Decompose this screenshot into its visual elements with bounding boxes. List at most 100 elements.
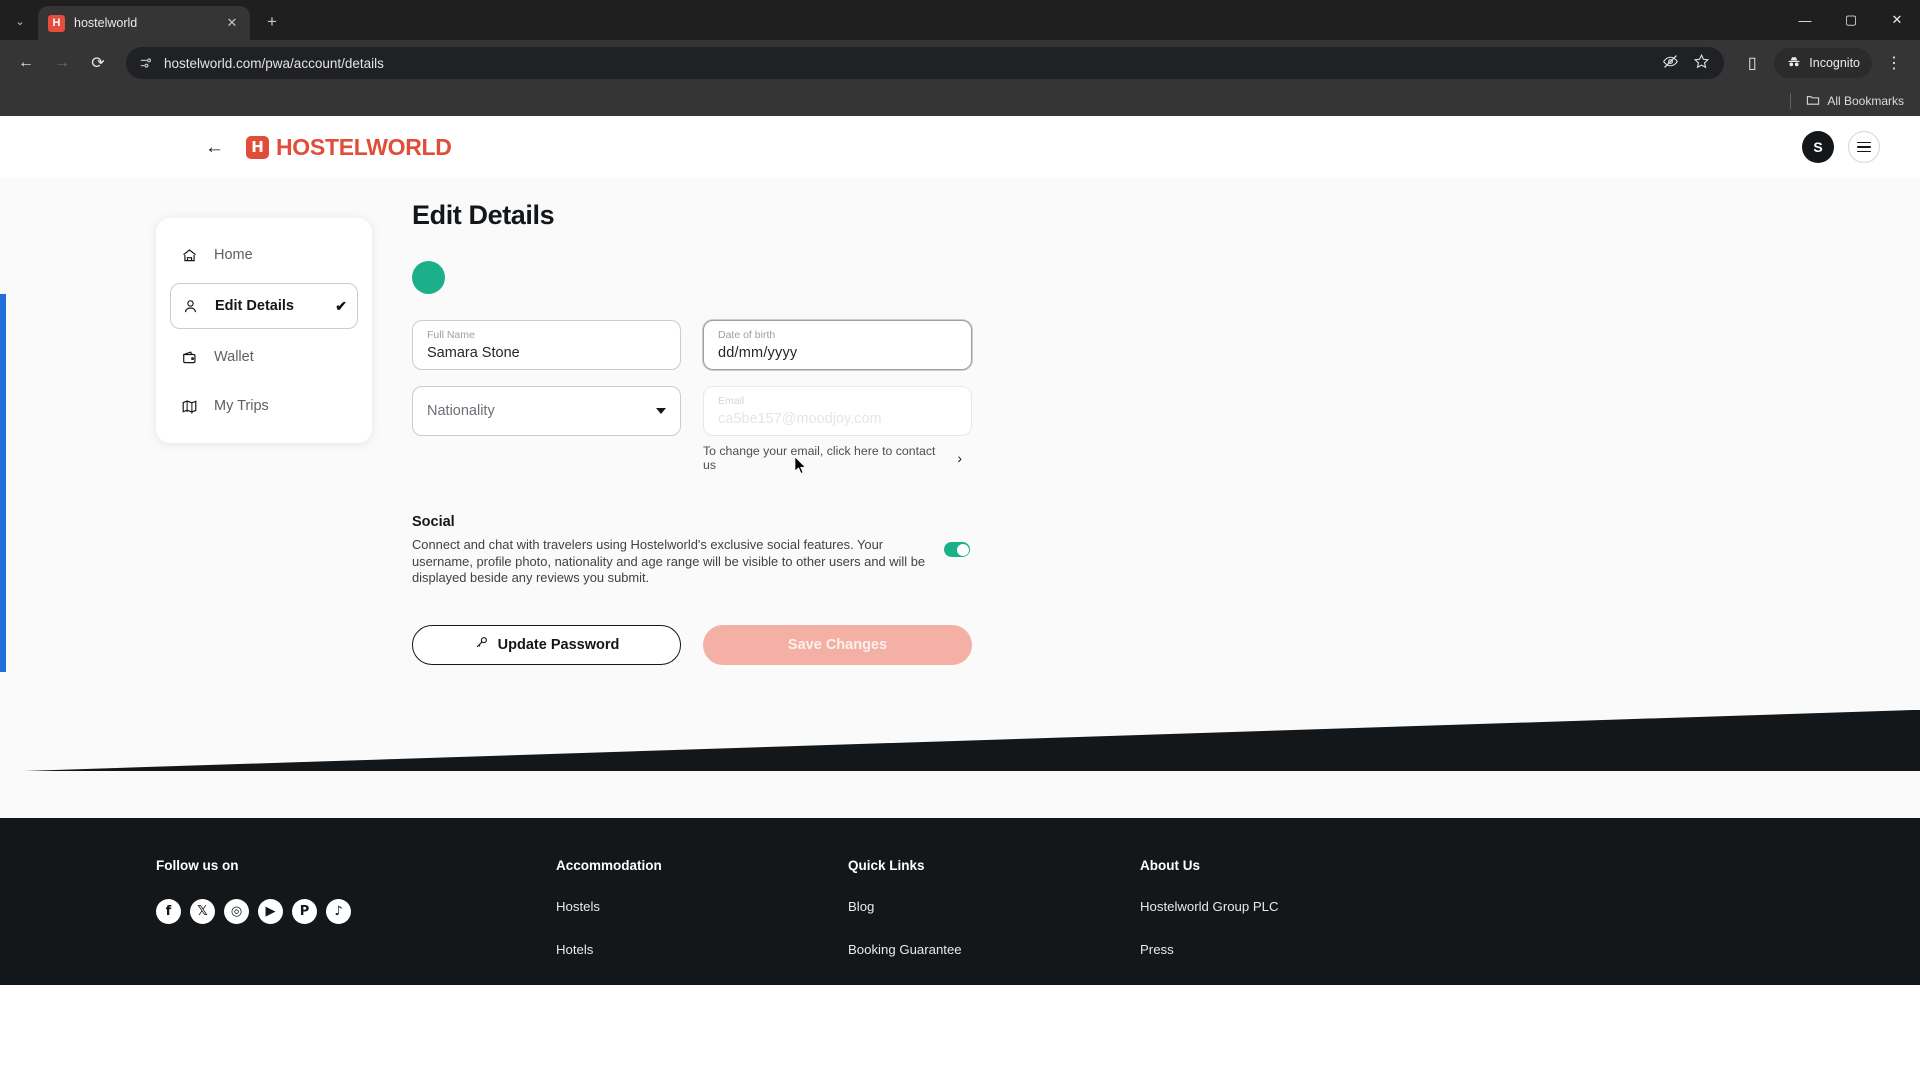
nationality-select[interactable]: Nationality [412,386,681,436]
close-window-button[interactable]: ✕ [1874,0,1920,40]
footer-slant-divider [0,708,1920,771]
sidebar-item-edit-details[interactable]: Edit Details ✔ [170,283,358,329]
social-section: Social Connect and chat with travelers u… [412,514,972,587]
wallet-icon [180,348,198,366]
page-body: Home Edit Details ✔ Wallet My Trips Edit… [0,178,1920,818]
date-of-birth-field[interactable]: Date of birth dd/mm/yyyy [703,320,972,370]
footer-link-hotels[interactable]: Hotels [556,942,848,957]
minimize-button[interactable]: — [1782,0,1828,40]
sidebar-label-edit-details: Edit Details [215,298,294,314]
footer-link-hostels[interactable]: Hostels [556,899,848,914]
footer-heading-about-us: About Us [1140,858,1200,873]
hostelworld-favicon: H [48,14,65,32]
date-of-birth-value: dd/mm/yyyy [718,345,798,361]
full-name-label: Full Name [427,329,475,341]
social-description: Connect and chat with travelers using Ho… [412,537,926,586]
site-settings-icon[interactable] [138,55,154,71]
site-header: ← H HOSTELWORLD S [0,116,1920,178]
browser-toolbar: ← → ⟳ hostelworld.com/pwa/account/detail… [0,40,1920,86]
footer-link-blog[interactable]: Blog [848,899,1140,914]
new-tab-button[interactable]: + [258,8,286,36]
side-panel-button[interactable]: ▯ [1736,47,1768,79]
reload-button[interactable]: ⟳ [82,47,114,79]
logo-mark-icon: H [246,135,269,159]
footer-social-icons: f 𝕏 ◎ ▶ P ♪ [156,899,556,924]
youtube-icon[interactable]: ▶ [258,899,283,924]
footer-link-group-plc[interactable]: Hostelworld Group PLC [1140,899,1764,914]
tab-close-button[interactable]: ✕ [224,15,240,31]
left-edge-accent [0,294,6,672]
incognito-indicator[interactable]: Incognito [1774,48,1872,78]
window-controls: — ▢ ✕ [1782,0,1920,40]
user-icon [181,297,199,315]
footer-link-press[interactable]: Press [1140,942,1764,957]
star-icon[interactable] [1693,53,1710,73]
pinterest-icon[interactable]: P [292,899,317,924]
social-heading: Social [412,514,455,530]
address-bar[interactable]: hostelworld.com/pwa/account/details [126,47,1725,79]
full-name-field[interactable]: Full Name Samara Stone [412,320,681,370]
footer-heading-accommodation: Accommodation [556,858,662,873]
user-avatar-button[interactable]: S [1802,131,1834,163]
form-actions: Update Password Save Changes [412,624,972,665]
update-password-label: Update Password [497,636,620,653]
hostelworld-logo[interactable]: H HOSTELWORLD [246,134,452,161]
maximize-button[interactable]: ▢ [1828,0,1874,40]
page-back-button[interactable]: ← [205,138,224,157]
email-field: Email ca5be157@moodjoy.com [703,386,972,436]
home-icon [180,246,198,264]
footer-link-booking-guarantee[interactable]: Booking Guarantee [848,942,1140,957]
bookmarks-bar: All Bookmarks [0,86,1920,116]
browser-window: ⌄ H hostelworld ✕ + — ▢ ✕ ← → ⟳ hostelwo… [0,0,1920,1080]
hamburger-icon[interactable] [1848,131,1880,163]
chevron-right-icon: › [957,450,962,466]
back-button[interactable]: ← [10,47,42,79]
bookmarks-divider [1790,93,1792,109]
browser-tab[interactable]: H hostelworld ✕ [38,6,250,40]
footer-column-social: Follow us on f 𝕏 ◎ ▶ P ♪ [156,858,556,985]
all-bookmarks-label[interactable]: All Bookmarks [1827,94,1904,108]
edit-details-form: Edit Details Full Name Samara Stone Date… [412,194,972,665]
incognito-hat-icon [1786,54,1802,73]
address-bar-url: hostelworld.com/pwa/account/details [164,55,384,71]
site-footer: Follow us on f 𝕏 ◎ ▶ P ♪ Accommodation H… [0,818,1920,985]
footer-column-quick-links: Quick Links Blog Booking Guarantee [848,858,1140,985]
sidebar-item-wallet[interactable]: Wallet [170,336,358,378]
footer-column-about-us: About Us Hostelworld Group PLC Press [1140,858,1764,985]
social-toggle[interactable] [944,542,970,557]
facebook-icon[interactable]: f [156,899,181,924]
full-name-value: Samara Stone [427,345,520,361]
form-grid: Full Name Samara Stone Date of birth dd/… [412,320,972,472]
chevron-down-icon [656,408,666,414]
forward-button[interactable]: → [46,47,78,79]
sidebar-item-home[interactable]: Home [170,234,358,276]
tiktok-icon[interactable]: ♪ [326,899,351,924]
sidebar-label-home: Home [214,247,253,263]
account-sidebar: Home Edit Details ✔ Wallet My Trips [156,218,372,443]
save-changes-button[interactable]: Save Changes [703,624,972,665]
footer-heading-quick-links: Quick Links [848,858,925,873]
x-twitter-icon[interactable]: 𝕏 [190,899,215,924]
email-label: Email [718,395,745,407]
footer-column-accommodation: Accommodation Hostels Hotels [556,858,848,985]
tab-search-button[interactable]: ⌄ [6,7,34,35]
key-icon [474,635,489,654]
page-title: Edit Details [412,200,555,230]
eye-slash-icon[interactable] [1662,53,1679,73]
tab-title: hostelworld [74,16,138,30]
change-email-link[interactable]: To change your email, click here to cont… [703,444,972,472]
map-icon [180,397,198,415]
sidebar-label-wallet: Wallet [214,349,254,365]
change-email-text: To change your email, click here to cont… [703,444,936,472]
update-password-button[interactable]: Update Password [412,624,681,665]
sidebar-item-my-trips[interactable]: My Trips [170,385,358,427]
browser-menu-button[interactable]: ⋮ [1878,47,1910,79]
sidebar-label-my-trips: My Trips [214,398,269,414]
profile-avatar[interactable] [412,261,445,294]
tab-strip: ⌄ H hostelworld ✕ + — ▢ ✕ [0,0,1920,40]
instagram-icon[interactable]: ◎ [224,899,249,924]
page-viewport: ← H HOSTELWORLD S Home Edit Details ✔ Wa… [0,116,1920,1080]
footer-heading-follow: Follow us on [156,858,239,873]
date-of-birth-label: Date of birth [718,329,776,341]
folder-icon [1806,93,1820,110]
